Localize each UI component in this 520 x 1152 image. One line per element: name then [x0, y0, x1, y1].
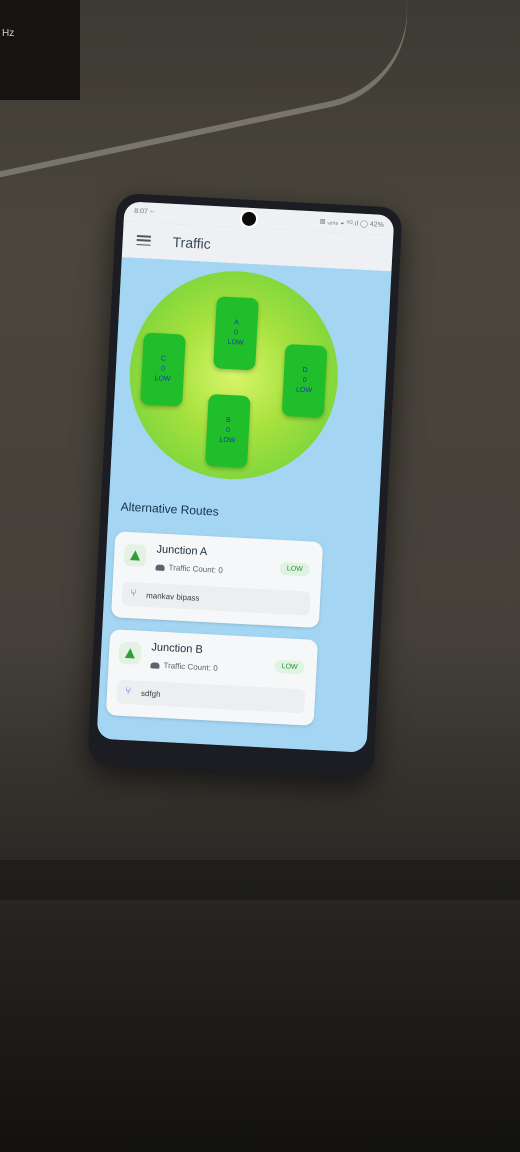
monitor-label: Hz — [2, 28, 15, 39]
status-time: 8:07 ◦◦ — [134, 207, 155, 216]
junction-level: LOW — [154, 375, 171, 383]
table-edge — [0, 860, 520, 900]
junction-map: A 0 LOW C 0 LOW D 0 LOW B 0 LOW — [124, 265, 344, 485]
junction-id: A — [234, 319, 240, 327]
status-badge: LOW — [274, 659, 305, 675]
junction-id: B — [225, 416, 231, 425]
junction-count: 0 — [302, 376, 307, 385]
section-title: Alternative Routes — [120, 499, 220, 519]
route-card[interactable]: Junction B Traffic Count: 0 LOW ⑂ sdfgh — [105, 629, 319, 726]
main-content: A 0 LOW C 0 LOW D 0 LOW B 0 LOW Alternat… — [96, 257, 392, 753]
route-name: mankav bipass — [145, 590, 200, 603]
page-title: Traffic — [172, 233, 212, 252]
traffic-count: Traffic Count: 0 — [155, 562, 223, 575]
junction-level: LOW — [219, 436, 236, 445]
traffic-count-text: Traffic Count: 0 — [163, 660, 218, 673]
fork-route-icon: ⑂ — [129, 588, 137, 600]
menu-icon[interactable] — [136, 235, 151, 246]
junction-id: C — [160, 355, 167, 363]
route-name: sdfgh — [140, 688, 161, 699]
junction-count: 0 — [160, 365, 166, 373]
people-icon — [155, 564, 165, 571]
route-junction-name: Junction A — [156, 543, 208, 559]
phone-screen: 8:07 ◦◦ ⊠ ᵥₒₗₜₑ ◒ ⁵ᴳ.ıl ◯ 42% Traffic A … — [96, 201, 395, 753]
alternative-route-row[interactable]: ⑂ sdfgh — [116, 679, 306, 714]
navigation-arrow-icon — [118, 641, 142, 665]
status-indicators: ⊠ ᵥₒₗₜₑ ◒ ⁵ᴳ.ıl ◯ 42% — [319, 218, 385, 229]
traffic-count: Traffic Count: 0 — [150, 660, 218, 673]
fork-route-icon: ⑂ — [124, 686, 132, 698]
junction-level: LOW — [295, 386, 313, 395]
junction-level: LOW — [227, 338, 244, 347]
route-junction-name: Junction B — [151, 641, 204, 657]
junction-tile-d[interactable]: D 0 LOW — [281, 343, 328, 419]
junction-tile-a[interactable]: A 0 LOW — [213, 296, 259, 371]
phone: 8:07 ◦◦ ⊠ ᵥₒₗₜₑ ◒ ⁵ᴳ.ıl ◯ 42% Traffic A … — [87, 192, 403, 780]
status-badge: LOW — [279, 561, 311, 577]
route-card[interactable]: Junction A Traffic Count: 0 LOW ⑂ mankav… — [110, 531, 324, 629]
front-camera-icon — [239, 209, 259, 229]
junction-id: D — [302, 366, 308, 375]
traffic-count-text: Traffic Count: 0 — [168, 563, 224, 575]
junction-count: 0 — [233, 329, 239, 337]
people-icon — [150, 662, 160, 669]
junction-tile-b[interactable]: B 0 LOW — [204, 393, 251, 469]
navigation-arrow-icon — [123, 543, 147, 567]
alternative-route-row[interactable]: ⑂ mankav bipass — [121, 581, 311, 616]
junction-tile-c[interactable]: C 0 LOW — [140, 332, 186, 407]
junction-count: 0 — [225, 426, 231, 435]
